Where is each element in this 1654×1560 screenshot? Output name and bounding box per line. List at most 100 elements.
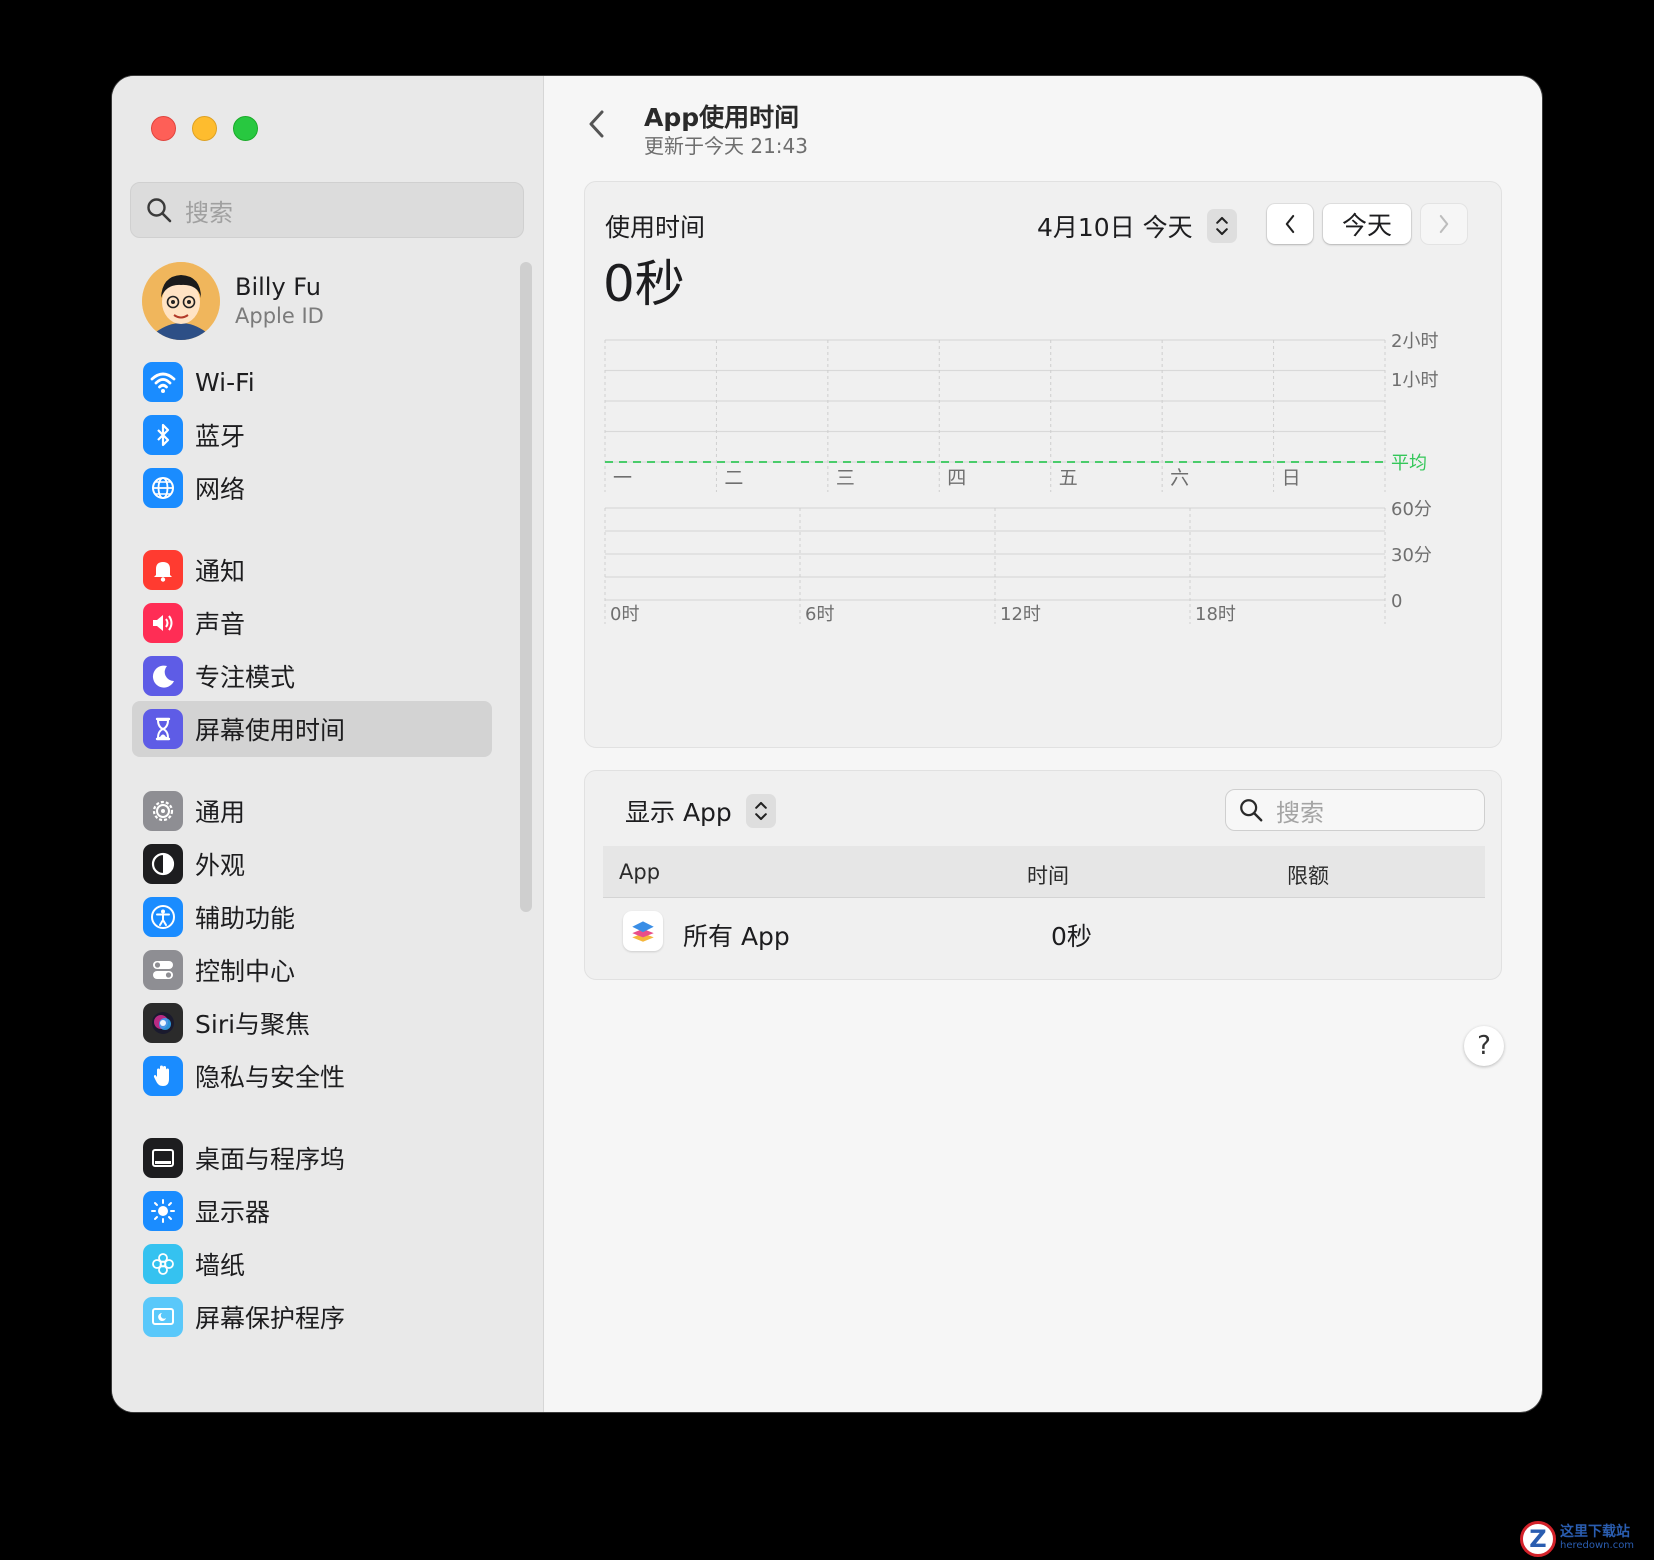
sidebar-item-label: 控制中心 xyxy=(195,957,296,986)
average-label: 平均 xyxy=(1391,453,1427,474)
sidebar-item-displays[interactable]: 显示器 xyxy=(132,1183,492,1239)
x-tick-label: 0时 xyxy=(610,604,639,625)
sidebar-item-label: 蓝牙 xyxy=(195,422,246,451)
sidebar-item-label: 墙纸 xyxy=(195,1251,246,1280)
search-icon xyxy=(1240,799,1263,822)
hand-icon xyxy=(143,1056,183,1096)
column-limit[interactable]: 限额 xyxy=(1287,860,1329,890)
y-tick-label: 2小时 xyxy=(1391,331,1438,352)
sidebar-item-label: 隐私与安全性 xyxy=(195,1063,346,1092)
sidebar-item-label: 网络 xyxy=(195,475,246,504)
sidebar-item-focus[interactable]: 专注模式 xyxy=(132,648,492,704)
sidebar-item-label: 显示器 xyxy=(195,1198,271,1227)
x-tick-label: 6时 xyxy=(805,604,834,625)
show-app-dropdown[interactable]: 显示 App xyxy=(625,793,776,829)
sidebar-item-notifications[interactable]: 通知 xyxy=(132,542,492,598)
sidebar-item-screen-time[interactable]: 屏幕使用时间 xyxy=(132,701,492,757)
avatar xyxy=(142,262,220,340)
x-tick-label: 二 xyxy=(724,467,743,489)
watermark-icon: Z xyxy=(1520,1521,1556,1557)
speaker-icon xyxy=(143,603,183,643)
sidebar-item-network[interactable]: 网络 xyxy=(132,460,492,516)
sidebar-item-sound[interactable]: 声音 xyxy=(132,595,492,651)
usage-card: 使用时间 0秒 4月10日 今天 今天 一二三四五六日 2小时 1小时 平均 0… xyxy=(584,181,1502,748)
globe-icon xyxy=(143,468,183,508)
y-tick-label: 1小时 xyxy=(1391,370,1438,391)
search-placeholder: 搜索 xyxy=(185,198,233,227)
sidebar-item-control-center[interactable]: 控制中心 xyxy=(132,942,492,998)
flower-icon xyxy=(143,1244,183,1284)
sidebar-item-label: 辅助功能 xyxy=(195,904,296,933)
screensaver-icon xyxy=(143,1297,183,1337)
sun-icon xyxy=(143,1191,183,1231)
sidebar: 搜索 Billy Fu Apple ID Wi-Fi 蓝牙 网络 通知 声音 专… xyxy=(112,76,544,1412)
sidebar-item-label: Siri与聚焦 xyxy=(195,1010,311,1039)
x-tick-label: 四 xyxy=(947,467,966,489)
search-placeholder: 搜索 xyxy=(1276,798,1324,827)
show-app-label: 显示 App xyxy=(625,798,732,827)
show-app-stepper[interactable] xyxy=(745,794,776,828)
sidebar-item-siri[interactable]: Siri与聚焦 xyxy=(132,995,492,1051)
table-row[interactable]: 所有 App 0秒 xyxy=(603,901,1485,963)
close-button[interactable] xyxy=(151,116,176,141)
sidebar-item-privacy[interactable]: 隐私与安全性 xyxy=(132,1048,492,1104)
app-search-input[interactable]: 搜索 xyxy=(1225,789,1485,831)
search-icon xyxy=(147,198,172,223)
sidebar-item-label: 通知 xyxy=(195,557,246,586)
profile-name: Billy Fu xyxy=(235,273,322,301)
help-button[interactable]: ? xyxy=(1464,1026,1504,1066)
toggles-icon xyxy=(143,950,183,990)
apps-card: 显示 App 搜索 App 时间 限额 所有 App 0秒 xyxy=(584,770,1502,980)
zoom-button[interactable] xyxy=(233,116,258,141)
page-subtitle: 更新于今天 21:43 xyxy=(644,134,808,158)
sidebar-item-desktop-dock[interactable]: 桌面与程序坞 xyxy=(132,1130,492,1186)
column-time[interactable]: 时间 xyxy=(1027,860,1069,890)
usage-chart: 一 二 三 四 五 六 日 2小时 1小时平均 0时 6时 12时 18时 60分 30分 0 xyxy=(604,331,1438,625)
sidebar-item-wallpaper[interactable]: 墙纸 xyxy=(132,1236,492,1292)
watermark-logo: Z 这里下载站 heredown.com xyxy=(1520,1520,1650,1558)
y-tick-label: 30分 xyxy=(1391,545,1432,566)
sidebar-item-bluetooth[interactable]: 蓝牙 xyxy=(132,407,492,463)
x-tick-label: 五 xyxy=(1059,467,1078,489)
gear-icon xyxy=(143,791,183,831)
table-header: App 时间 限额 xyxy=(603,846,1485,898)
main-content: App使用时间 更新于今天 21:43 使用时间 0秒 4月10日 今天 今天 xyxy=(544,76,1542,1412)
help-label: ? xyxy=(1477,1031,1491,1061)
x-tick-label: 一 xyxy=(613,467,632,489)
wifi-icon xyxy=(143,362,183,402)
back-chevron-icon[interactable] xyxy=(582,104,612,144)
minimize-button[interactable] xyxy=(192,116,217,141)
sidebar-item-general[interactable]: 通用 xyxy=(132,783,492,839)
profile-subtitle: Apple ID xyxy=(235,304,324,328)
x-tick-label: 12时 xyxy=(1000,604,1041,625)
sidebar-scrollbar[interactable] xyxy=(520,262,532,912)
sidebar-item-label: 屏幕使用时间 xyxy=(195,716,346,745)
sidebar-item-wifi[interactable]: Wi-Fi xyxy=(132,354,492,410)
sidebar-item-label: 桌面与程序坞 xyxy=(195,1145,346,1174)
dock-icon xyxy=(143,1138,183,1178)
x-tick-label: 三 xyxy=(836,467,855,489)
sidebar-item-screensaver[interactable]: 屏幕保护程序 xyxy=(132,1289,492,1345)
bluetooth-icon xyxy=(143,415,183,455)
bell-icon xyxy=(143,550,183,590)
sidebar-item-label: 声音 xyxy=(195,610,246,639)
sidebar-item-label: 屏幕保护程序 xyxy=(195,1304,346,1333)
app-name: 所有 App xyxy=(683,922,790,951)
hourly-chart: 0时 6时 12时 18时 60分 30分 0 xyxy=(604,499,1432,625)
window-controls xyxy=(151,116,258,141)
stack-icon xyxy=(623,911,663,951)
sidebar-item-label: 通用 xyxy=(195,798,246,827)
x-tick-label: 六 xyxy=(1170,467,1189,489)
settings-window: 搜索 Billy Fu Apple ID Wi-Fi 蓝牙 网络 通知 声音 专… xyxy=(112,76,1542,1412)
sidebar-search-input[interactable]: 搜索 xyxy=(130,182,524,238)
column-app[interactable]: App xyxy=(619,860,660,884)
sidebar-item-appearance[interactable]: 外观 xyxy=(132,836,492,892)
updown-chevron-icon xyxy=(754,801,767,821)
sidebar-item-accessibility[interactable]: 辅助功能 xyxy=(132,889,492,945)
x-tick-label: 18时 xyxy=(1195,604,1236,625)
app-time: 0秒 xyxy=(1051,922,1092,951)
apple-id-profile[interactable]: Billy Fu Apple ID xyxy=(142,262,324,340)
sidebar-item-label: Wi-Fi xyxy=(195,367,255,397)
watermark-en: heredown.com xyxy=(1560,1540,1635,1551)
y-tick-label: 0 xyxy=(1391,591,1402,612)
